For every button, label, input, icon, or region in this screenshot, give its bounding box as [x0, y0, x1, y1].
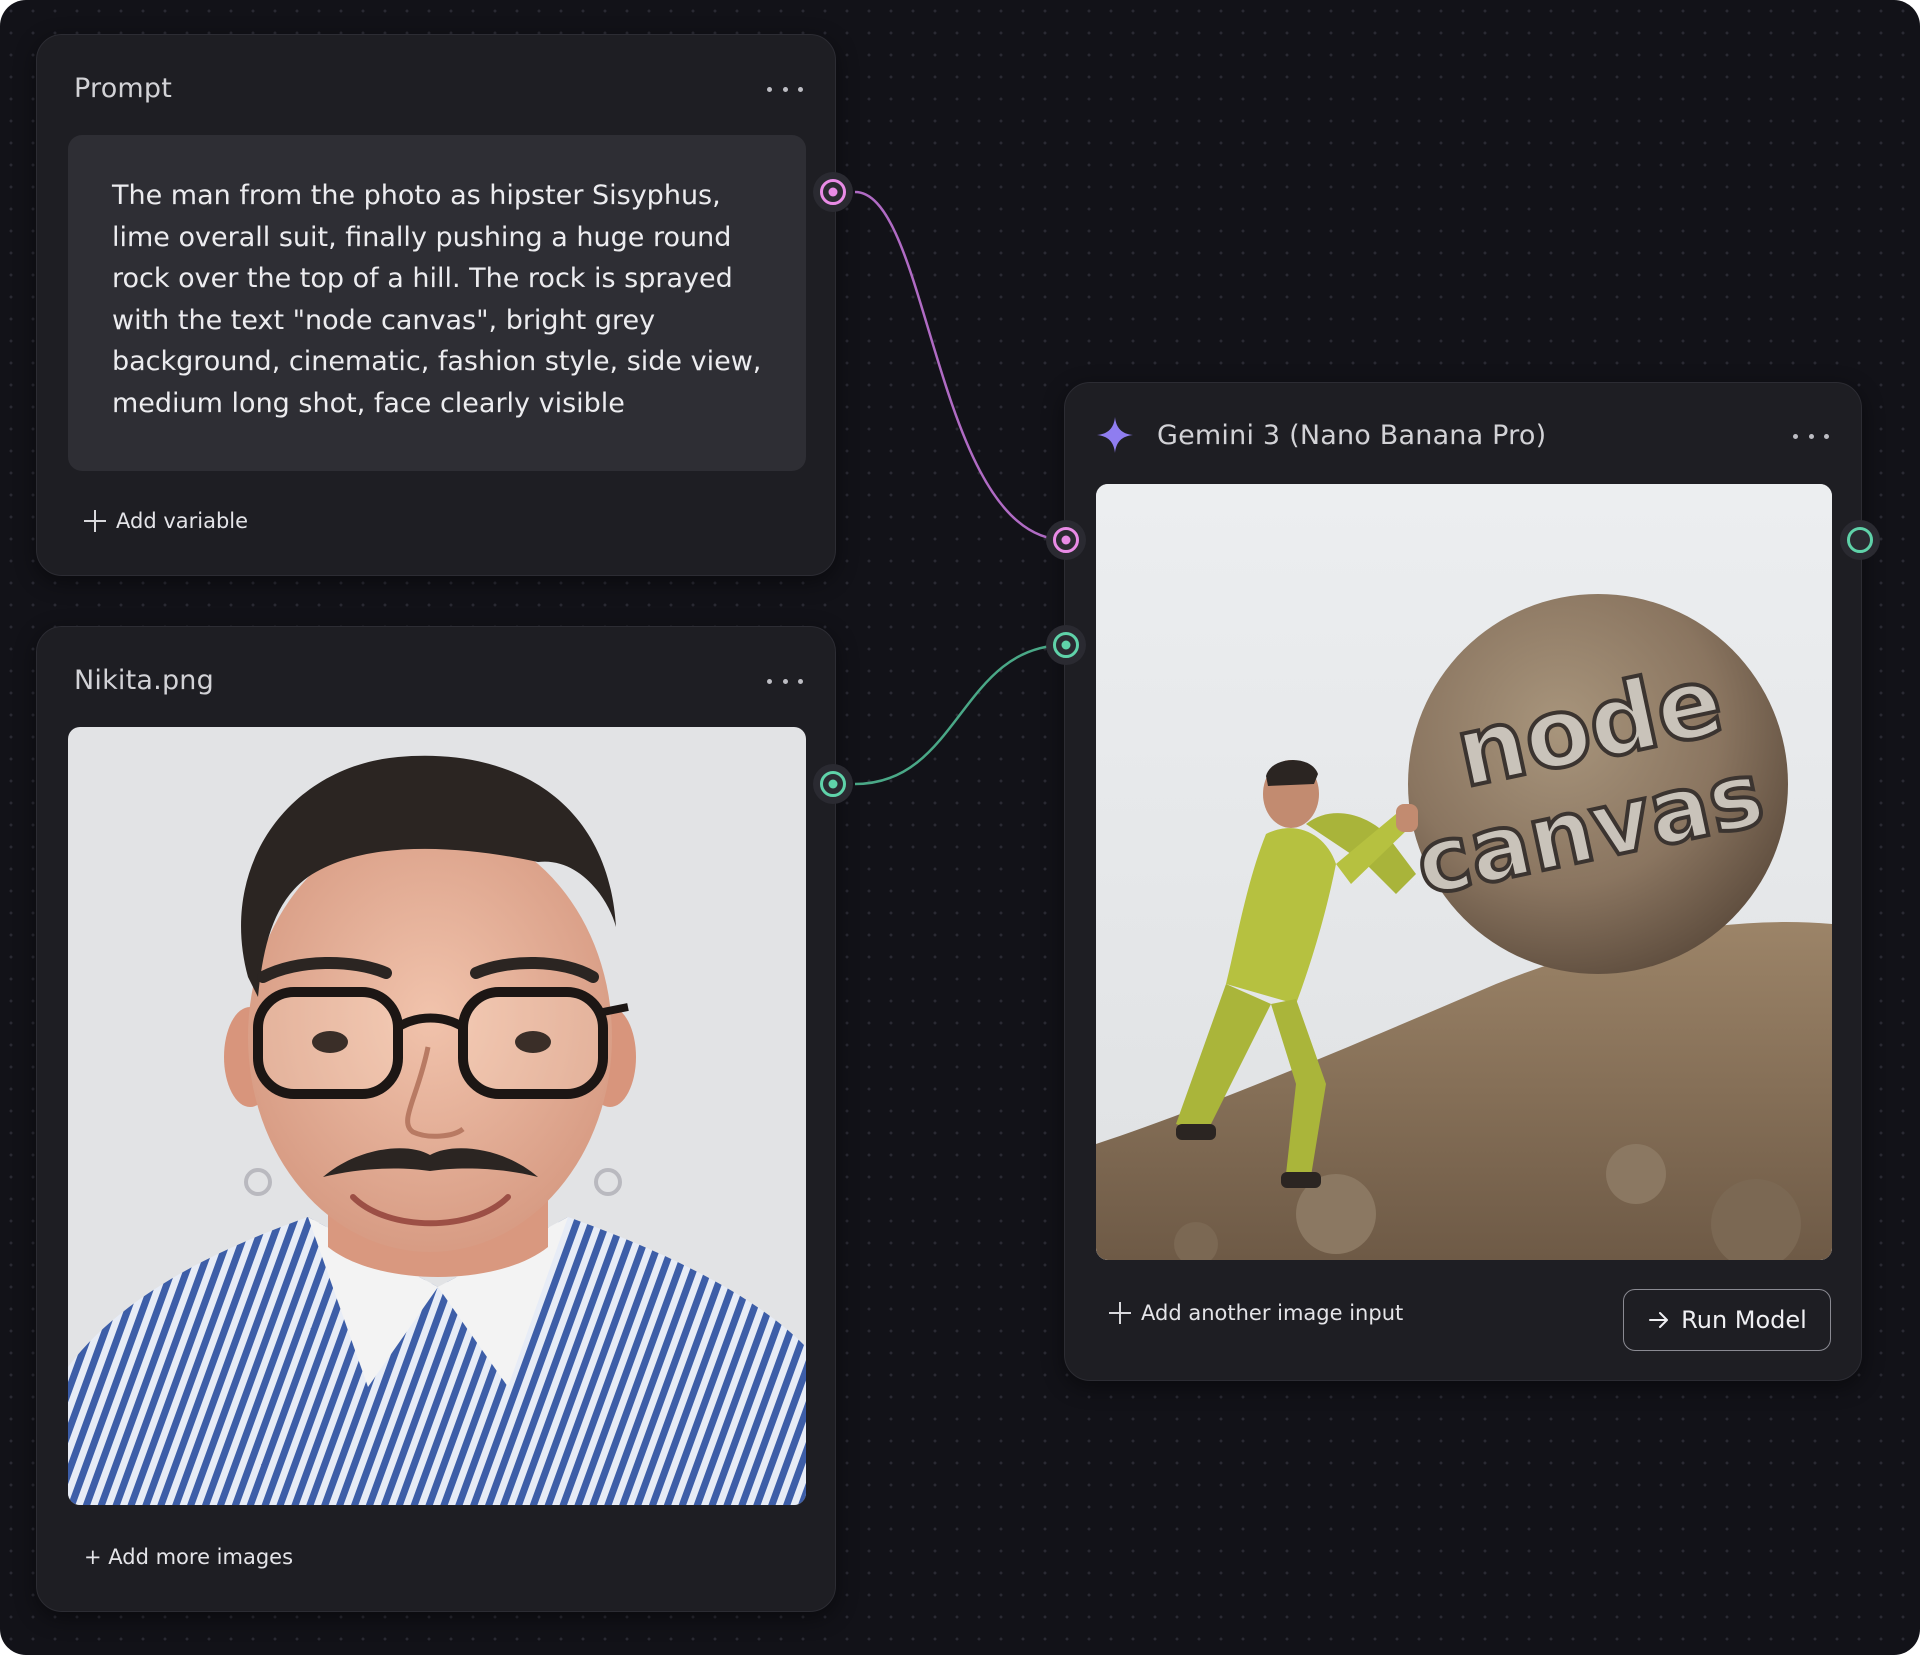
generated-image: node canvas	[1096, 484, 1832, 1260]
model-image-input-port[interactable]	[1046, 625, 1086, 665]
add-more-images-button[interactable]: + Add more images	[84, 1545, 293, 1569]
prompt-text-area[interactable]: The man from the photo as hipster Sisyph…	[68, 135, 806, 471]
model-menu-icon[interactable]	[1793, 428, 1829, 444]
model-output-port[interactable]	[1840, 520, 1880, 560]
model-node[interactable]: Gemini 3 (Nano Banana Pro) node canvas A…	[1064, 382, 1862, 1381]
arrow-right-icon	[1649, 1312, 1669, 1328]
sparkle-icon	[1095, 415, 1135, 455]
image-menu-icon[interactable]	[767, 673, 803, 689]
model-prompt-input-port[interactable]	[1046, 520, 1086, 560]
add-variable-label: Add variable	[116, 509, 249, 533]
run-model-button[interactable]: Run Model	[1623, 1289, 1831, 1351]
add-variable-button[interactable]: Add variable	[84, 509, 248, 533]
plus-icon	[84, 510, 106, 532]
plus-icon	[1109, 1302, 1131, 1324]
portrait-image	[68, 727, 806, 1505]
add-image-input-button[interactable]: Add another image input	[1109, 1301, 1403, 1325]
add-image-input-label: Add another image input	[1141, 1301, 1404, 1325]
prompt-node[interactable]: Prompt The man from the photo as hipster…	[36, 34, 836, 576]
prompt-menu-icon[interactable]	[767, 81, 803, 97]
image-output-port[interactable]	[813, 764, 853, 804]
image-node-title: Nikita.png	[74, 665, 214, 696]
add-more-images-label: + Add more images	[84, 1545, 294, 1569]
prompt-output-port[interactable]	[813, 172, 853, 212]
image-wire	[854, 643, 1067, 786]
prompt-wire	[854, 190, 1067, 542]
node-canvas[interactable]: Prompt The man from the photo as hipster…	[0, 0, 1920, 1655]
prompt-node-title: Prompt	[74, 73, 173, 104]
image-node[interactable]: Nikita.png + Add more images	[36, 626, 836, 1612]
model-node-title: Gemini 3 (Nano Banana Pro)	[1157, 420, 1547, 451]
run-model-label: Run Model	[1681, 1306, 1807, 1334]
